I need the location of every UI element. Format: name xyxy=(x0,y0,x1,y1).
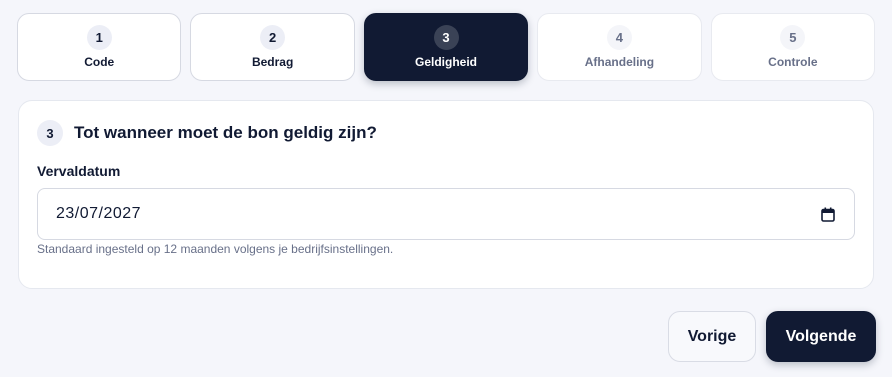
expiry-date-input[interactable]: 23/07/2027 xyxy=(37,188,855,240)
step-number: 1 xyxy=(86,25,112,50)
step-label: Controle xyxy=(768,55,818,69)
step-number: 3 xyxy=(433,25,459,50)
step-label: Afhandeling xyxy=(584,55,655,69)
step-number: 5 xyxy=(780,25,806,50)
step-code[interactable]: 1 Code xyxy=(17,13,182,81)
next-button[interactable]: Volgende xyxy=(766,311,876,362)
expiry-date-value: 23/07/2027 xyxy=(56,205,142,222)
step-label: Bedrag xyxy=(251,55,294,69)
previous-button[interactable]: Vorige xyxy=(668,311,756,362)
step-number: 4 xyxy=(606,25,632,50)
step-label: Code xyxy=(84,55,115,69)
validity-card: 3 Tot wanneer moet de bon geldig zijn? V… xyxy=(18,100,874,289)
card-header: 3 Tot wanneer moet de bon geldig zijn? xyxy=(37,120,377,146)
expiry-date-label: Vervaldatum xyxy=(37,163,121,179)
step-afhandeling[interactable]: 4 Afhandeling xyxy=(537,13,702,81)
step-number: 2 xyxy=(260,25,286,50)
expiry-helper-text: Standaard ingesteld op 12 maanden volgen… xyxy=(37,242,394,256)
card-title: Tot wanneer moet de bon geldig zijn? xyxy=(74,123,377,142)
calendar-icon[interactable] xyxy=(820,206,836,222)
step-bedrag[interactable]: 2 Bedrag xyxy=(190,13,355,81)
step-controle[interactable]: 5 Controle xyxy=(710,13,876,81)
step-indicator: 1 Code 2 Bedrag 3 Geldigheid 4 Afhandeli… xyxy=(17,13,876,81)
card-step-number: 3 xyxy=(37,120,63,146)
step-label: Geldigheid xyxy=(415,55,478,69)
step-geldigheid[interactable]: 3 Geldigheid xyxy=(363,13,529,81)
